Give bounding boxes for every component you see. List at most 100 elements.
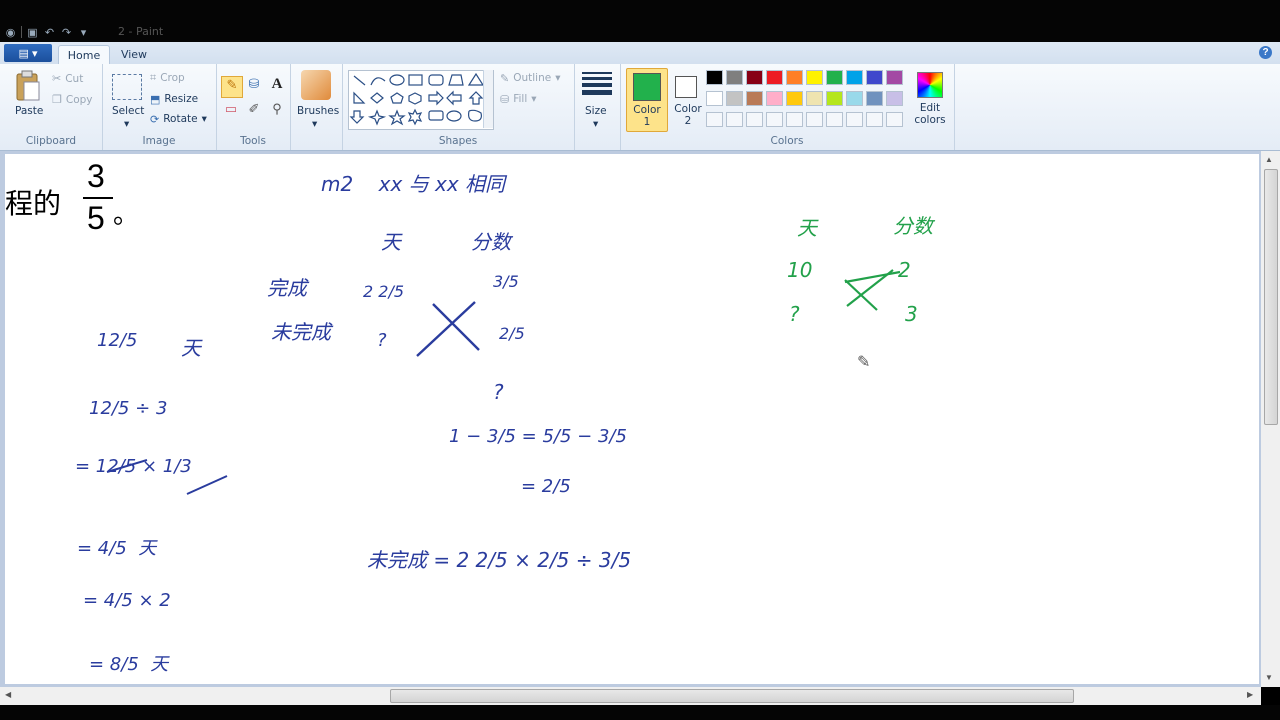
palette-empty-slot[interactable] xyxy=(866,112,883,127)
size-group: Size ▾ xyxy=(574,64,621,150)
shapes-group-label: Shapes xyxy=(438,135,478,147)
cut-label: Cut xyxy=(65,72,84,85)
paint-menu-button[interactable]: ▤ ▾ xyxy=(4,44,52,62)
help-icon[interactable]: ? xyxy=(1259,46,1272,59)
palette-empty-slot[interactable] xyxy=(806,112,823,127)
horizontal-scrollbar[interactable]: ◀ ▶ xyxy=(0,687,1261,705)
select-icon[interactable] xyxy=(112,74,142,100)
redo-icon[interactable]: ↷ xyxy=(60,26,73,39)
palette-swatch[interactable] xyxy=(846,70,863,85)
cross-stroke xyxy=(432,303,480,351)
menu-icon: ▤ ▾ xyxy=(18,47,38,60)
palette-swatch[interactable] xyxy=(866,70,883,85)
text-tool-icon[interactable]: A xyxy=(267,76,287,96)
shapes-gallery[interactable] xyxy=(348,70,494,130)
brushes-button[interactable]: Brushes xyxy=(297,105,339,117)
customize-qa-icon[interactable]: ▾ xyxy=(77,26,90,39)
palette-swatch[interactable] xyxy=(886,91,903,106)
title-bar: ◉ ▣ ↶ ↷ ▾ 2 - Paint xyxy=(0,0,1280,42)
size-button[interactable]: Size xyxy=(585,105,607,117)
palette-empty-slot[interactable] xyxy=(846,112,863,127)
palette-swatch[interactable] xyxy=(866,91,883,106)
rotate-button[interactable]: ⟳ Rotate ▾ xyxy=(150,113,207,126)
brush-icon[interactable] xyxy=(301,70,331,100)
canvas-area: 程的 3 5 。 m2 xx 与 xx 相同 完成 未完成 天 分数 12/5 … xyxy=(0,151,1280,687)
paint-app-icon[interactable]: ◉ xyxy=(4,26,17,39)
save-icon[interactable]: ▣ xyxy=(26,26,39,39)
palette-empty-slot[interactable] xyxy=(886,112,903,127)
scroll-up-icon[interactable]: ▲ xyxy=(1265,155,1273,164)
palette-swatch[interactable] xyxy=(746,91,763,106)
color1-button[interactable]: Color 1 xyxy=(626,68,668,132)
handwritten-math: 2 2/5 xyxy=(363,282,405,301)
pencil-icon[interactable]: ✎ xyxy=(221,76,243,98)
rotate-icon: ⟳ xyxy=(150,114,160,126)
pencil-cursor-icon: ✎ xyxy=(857,354,871,371)
palette-swatch[interactable] xyxy=(726,70,743,85)
fill-button[interactable]: ⛁ Fill ▾ xyxy=(500,93,537,106)
select-dropdown-icon[interactable]: ▾ xyxy=(124,118,129,130)
palette-swatch[interactable] xyxy=(826,70,843,85)
palette-swatch[interactable] xyxy=(886,70,903,85)
palette-empty-slot[interactable] xyxy=(826,112,843,127)
magnifier-icon[interactable]: ⚲ xyxy=(267,101,287,121)
eraser-icon[interactable]: ▭ xyxy=(221,101,241,121)
brushes-dropdown-icon[interactable]: ▾ xyxy=(312,118,317,130)
select-button[interactable]: Select xyxy=(112,105,144,117)
scroll-down-icon[interactable]: ▼ xyxy=(1265,673,1273,682)
handwritten-math: 12/5 xyxy=(97,330,138,351)
ribbon: Paste ✂ Cut ❐ Copy Clipboard Select ▾ ⌗ … xyxy=(0,64,1280,151)
handwritten-math: ? xyxy=(377,330,387,351)
tab-home[interactable]: Home xyxy=(58,45,110,65)
palette-empty-slot[interactable] xyxy=(786,112,803,127)
quick-access-toolbar: ◉ ▣ ↶ ↷ ▾ xyxy=(4,24,90,40)
color2-button[interactable]: Color 2 xyxy=(670,68,706,130)
palette-swatch[interactable] xyxy=(826,91,843,106)
paste-icon[interactable] xyxy=(14,70,42,102)
printed-text-prefix: 程的 xyxy=(5,187,62,220)
palette-swatch[interactable] xyxy=(706,70,723,85)
palette-swatch[interactable] xyxy=(766,70,783,85)
shapes-scroll[interactable] xyxy=(483,70,493,128)
horizontal-scroll-thumb[interactable] xyxy=(390,689,1074,703)
brushes-group: Brushes ▾ xyxy=(290,64,343,150)
size-dropdown-icon[interactable]: ▾ xyxy=(593,118,598,130)
palette-swatch[interactable] xyxy=(786,91,803,106)
vertical-scroll-thumb[interactable] xyxy=(1264,169,1278,425)
line-size-icon[interactable] xyxy=(582,72,612,95)
color-picker-icon[interactable]: ✐ xyxy=(244,101,264,121)
palette-swatch[interactable] xyxy=(766,91,783,106)
cut-button[interactable]: ✂ Cut xyxy=(52,72,84,86)
palette-empty-slot[interactable] xyxy=(706,112,723,127)
edit-colors-button[interactable]: Edit colors xyxy=(913,70,947,130)
palette-empty-slot[interactable] xyxy=(746,112,763,127)
palette-swatch[interactable] xyxy=(846,91,863,106)
paste-button[interactable]: Paste xyxy=(15,105,43,117)
scroll-right-icon[interactable]: ▶ xyxy=(1247,690,1253,699)
copy-label: Copy xyxy=(65,93,93,106)
scroll-left-icon[interactable]: ◀ xyxy=(5,690,11,699)
tab-view[interactable]: View xyxy=(112,45,156,64)
handwritten-label: 天 xyxy=(797,216,817,240)
handwritten-note: m2 xx 与 xx 相同 xyxy=(321,172,506,196)
palette-swatch[interactable] xyxy=(746,70,763,85)
crop-button[interactable]: ⌗ Crop xyxy=(150,72,185,85)
outline-button[interactable]: ✎ Outline ▾ xyxy=(500,72,561,85)
resize-button[interactable]: ⬒ Resize xyxy=(150,93,198,106)
copy-button[interactable]: ❐ Copy xyxy=(52,93,93,107)
palette-swatch[interactable] xyxy=(706,91,723,106)
handwritten-math: = 4/5 × 2 xyxy=(83,590,171,611)
undo-icon[interactable]: ↶ xyxy=(43,26,56,39)
outline-dropdown-icon: ▾ xyxy=(555,72,561,84)
palette-swatch[interactable] xyxy=(726,91,743,106)
handwritten-math: 1 − 3/5 = 5/5 − 3/5 xyxy=(449,426,627,447)
palette-empty-slot[interactable] xyxy=(726,112,743,127)
handwritten-label: 分数 xyxy=(893,214,933,238)
palette-swatch[interactable] xyxy=(806,91,823,106)
palette-empty-slot[interactable] xyxy=(766,112,783,127)
drawing-canvas[interactable]: 程的 3 5 。 m2 xx 与 xx 相同 完成 未完成 天 分数 12/5 … xyxy=(5,154,1259,684)
palette-swatch[interactable] xyxy=(786,70,803,85)
palette-swatch[interactable] xyxy=(806,70,823,85)
fill-bucket-icon[interactable]: ⛁ xyxy=(244,76,264,96)
vertical-scrollbar[interactable]: ▲ ▼ xyxy=(1261,151,1280,687)
